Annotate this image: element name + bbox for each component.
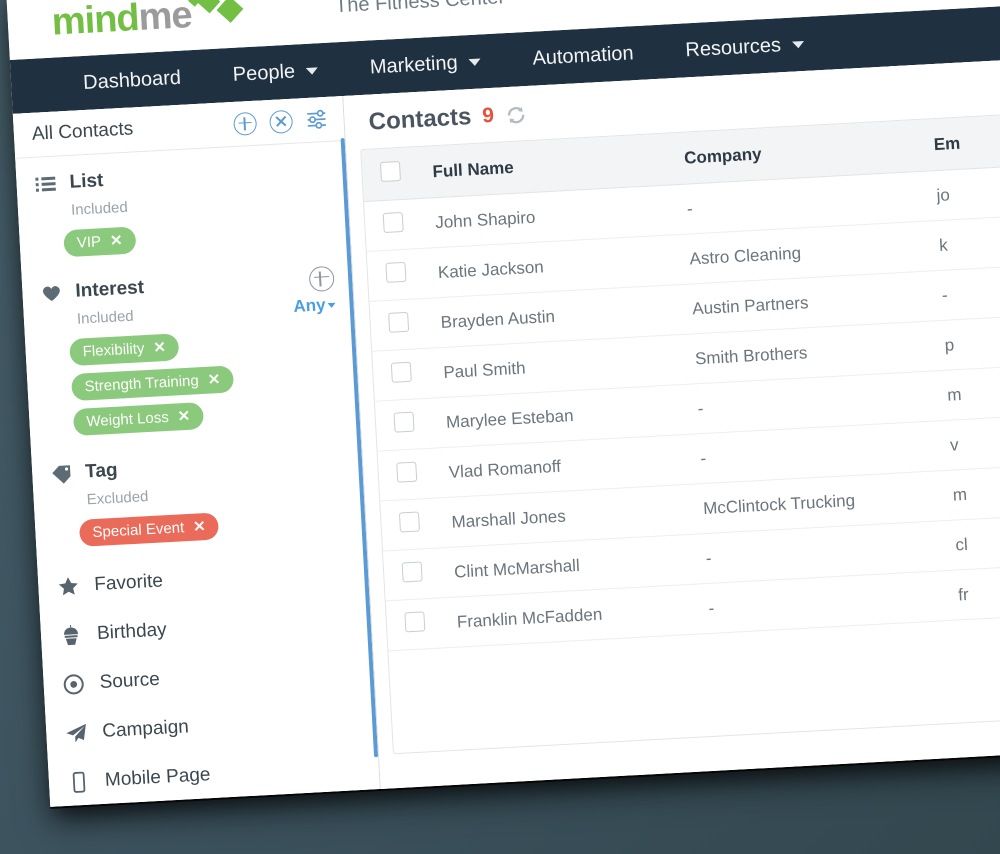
page-title: Contacts: [368, 103, 473, 136]
select-all-checkbox[interactable]: [379, 161, 401, 183]
chevron-down-icon: [468, 58, 481, 66]
contacts-table: Full Name Company Em John Shapiro - jo K…: [361, 113, 1000, 651]
select-all-header: [361, 146, 434, 202]
x-circle-icon[interactable]: [268, 109, 294, 134]
nav-label: Automation: [531, 41, 635, 70]
row-checkbox[interactable]: [398, 511, 420, 533]
filter-group-label: Tag: [84, 459, 119, 483]
list-icon: [34, 176, 57, 193]
filter-mode-label: Included: [76, 307, 135, 328]
row-checkbox[interactable]: [385, 261, 407, 283]
match-mode-label: Any: [292, 295, 327, 316]
match-mode-dropdown[interactable]: Any: [293, 295, 336, 317]
sidebar-item-label: Campaign: [101, 715, 190, 742]
filter-group-list: List Included VIP ✕: [15, 141, 350, 260]
sidebar-item-label: Favorite: [93, 569, 164, 595]
row-checkbox[interactable]: [393, 411, 415, 433]
filter-pill-row: Flexibility ✕ Strength Training ✕ Weight…: [43, 325, 342, 438]
chevron-down-icon: [791, 40, 805, 49]
refresh-icon[interactable]: [504, 103, 528, 127]
row-checkbox[interactable]: [404, 611, 426, 633]
tag-icon: [50, 463, 73, 484]
mobile-phone-icon: [66, 770, 91, 793]
logo-diamonds-icon: [187, 0, 250, 34]
app-body: All Contacts List Included VIP ✕ Interes…: [12, 59, 1000, 807]
app-window: mind me The Fitness Center Dashboard Peop…: [5, 0, 1000, 807]
account-switcher[interactable]: The Fitness Center: [335, 0, 528, 18]
nav-item-resources[interactable]: Resources: [658, 16, 831, 79]
filter-pill[interactable]: Strength Training ✕: [70, 365, 234, 402]
column-header-email[interactable]: Em: [932, 113, 1000, 171]
filter-sliders-icon[interactable]: [305, 109, 328, 130]
remove-pill-icon[interactable]: ✕: [177, 408, 190, 426]
logo-text-mind: mind: [50, 0, 140, 44]
remove-pill-icon[interactable]: ✕: [110, 232, 123, 250]
chevron-down-icon: [305, 66, 319, 75]
sidebar-item-label: Mobile Page: [104, 763, 211, 791]
filter-group-interest: Interest Included Any Flexibility ✕ Stre…: [21, 242, 360, 439]
contacts-count: 9: [481, 103, 495, 128]
filter-pill-label: Special Event: [92, 519, 185, 542]
row-checkbox[interactable]: [396, 461, 418, 483]
nav-label: People: [232, 60, 296, 86]
nav-item-automation[interactable]: Automation: [505, 25, 661, 87]
row-checkbox[interactable]: [390, 361, 412, 383]
nav-label: Dashboard: [82, 66, 182, 94]
filter-group-tag: Tag Excluded Special Event ✕: [30, 421, 366, 550]
sidebar-item-label: Source: [99, 668, 161, 693]
remove-pill-icon[interactable]: ✕: [193, 518, 206, 536]
account-name: The Fitness Center: [334, 0, 506, 17]
contacts-panel: Contacts 9 Full Name Company Em John Sha…: [343, 59, 1000, 789]
filter-pill[interactable]: Special Event ✕: [78, 512, 220, 547]
row-checkbox[interactable]: [401, 561, 423, 583]
remove-pill-icon[interactable]: ✕: [207, 371, 220, 389]
sidebar-item-label: Birthday: [96, 618, 168, 644]
nav-item-dashboard[interactable]: Dashboard: [56, 49, 209, 111]
nav-item-people[interactable]: People: [205, 42, 345, 103]
nav-label: Resources: [684, 33, 782, 61]
logo-text-me: me: [137, 0, 193, 39]
filter-pill[interactable]: VIP ✕: [63, 226, 137, 258]
target-icon: [61, 672, 86, 695]
filter-group-label: List: [69, 170, 104, 193]
star-icon: [56, 575, 81, 597]
filter-sidebar: All Contacts List Included VIP ✕ Interes…: [12, 95, 381, 807]
chevron-down-icon: [327, 302, 336, 309]
mindme-logo[interactable]: mind me: [50, 0, 251, 44]
row-checkbox[interactable]: [382, 211, 404, 233]
filter-pill[interactable]: Flexibility ✕: [69, 333, 180, 367]
screenshot-stage: mind me The Fitness Center Dashboard Peop…: [0, 0, 1000, 854]
filter-pill-label: Strength Training: [84, 372, 200, 396]
plus-circle-icon[interactable]: [233, 111, 258, 136]
filter-pill-label: Flexibility: [82, 340, 145, 361]
add-interest-filter-icon[interactable]: [308, 265, 335, 292]
contacts-table-card: Full Name Company Em John Shapiro - jo K…: [360, 113, 1000, 755]
cupcake-icon: [58, 623, 83, 646]
nav-label: Marketing: [369, 51, 459, 78]
nav-item-marketing[interactable]: Marketing: [343, 33, 508, 96]
row-checkbox[interactable]: [388, 311, 410, 333]
paper-plane-icon: [64, 721, 89, 744]
filter-pill-label: VIP: [76, 233, 102, 252]
remove-pill-icon[interactable]: ✕: [153, 339, 166, 357]
filter-pill-label: Weight Loss: [86, 408, 170, 431]
filter-group-label: Interest: [74, 277, 145, 302]
heart-icon: [40, 282, 63, 303]
sidebar-title: All Contacts: [31, 118, 134, 145]
